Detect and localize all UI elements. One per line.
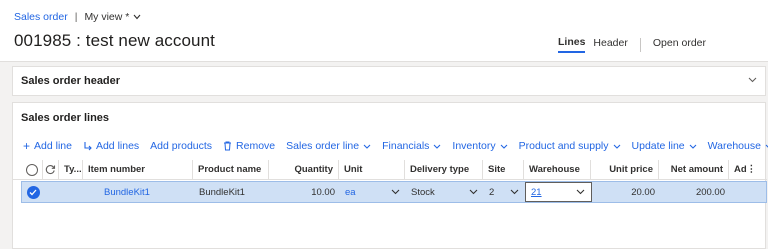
view-switch: Lines Header Open order	[550, 36, 706, 53]
update-line-menu[interactable]: Update line	[632, 140, 697, 152]
product-and-supply-label: Product and supply	[518, 140, 609, 152]
inventory-menu[interactable]: Inventory	[452, 140, 507, 152]
sales-order-line-menu[interactable]: Sales order line	[286, 140, 371, 152]
checkmark-icon	[26, 185, 40, 199]
financials-label: Financials	[382, 140, 430, 152]
warehouse-value: 21	[531, 186, 542, 198]
sales-order-line-label: Sales order line	[286, 140, 360, 152]
ad-cell	[730, 182, 754, 202]
page-header: Sales order | My view * 001985 : test ne…	[0, 0, 768, 62]
row-select-checkbox[interactable]	[22, 182, 44, 202]
column-header-ad-label: Ad	[734, 164, 747, 175]
column-header-ad[interactable]: Ad ⋮	[729, 160, 753, 179]
column-header-quantity[interactable]: Quantity	[269, 160, 339, 179]
unit-price-cell[interactable]: 20.00	[592, 182, 660, 202]
column-header-unit-price[interactable]: Unit price	[591, 160, 659, 179]
financials-menu[interactable]: Financials	[382, 140, 441, 152]
table-row[interactable]: BundleKit1 BundleKit1 10.00 ea Stock 2 2…	[21, 181, 767, 203]
warehouse-menu[interactable]: Warehouse	[708, 140, 768, 152]
net-amount-cell[interactable]: 200.00	[660, 182, 730, 202]
chevron-down-icon[interactable]	[576, 187, 585, 197]
delivery-type-value: Stock	[411, 186, 435, 198]
product-and-supply-menu[interactable]: Product and supply	[519, 140, 621, 152]
fasttab-title: Sales order header	[21, 75, 121, 87]
view-selector[interactable]: My view *	[84, 11, 141, 23]
column-options-icon[interactable]: ⋮	[747, 164, 753, 175]
add-line-label: Add line	[34, 140, 72, 152]
column-header-item-number[interactable]: Item number	[83, 160, 193, 179]
open-order-button[interactable]: Open order	[653, 37, 706, 52]
chevron-down-icon[interactable]	[510, 187, 519, 197]
chevron-down-icon[interactable]	[391, 187, 400, 197]
chevron-down-icon	[689, 142, 697, 151]
fasttab-title: Sales order lines	[21, 112, 110, 124]
trash-icon	[223, 141, 232, 152]
chevron-down-icon	[133, 11, 141, 23]
column-header-product-name[interactable]: Product name	[193, 160, 269, 179]
quantity-cell[interactable]: 10.00	[270, 182, 340, 202]
breadcrumb-separator: |	[74, 11, 78, 23]
unit-value: ea	[345, 186, 356, 198]
chevron-down-icon[interactable]	[748, 75, 757, 86]
unit-select[interactable]: ea	[340, 182, 406, 202]
column-header-net-amount[interactable]: Net amount	[659, 160, 729, 179]
lines-action-bar: + Add line Add lines Add products Remove…	[23, 140, 768, 152]
page-title: 001985 : test new account	[14, 31, 215, 50]
site-select[interactable]: 2	[484, 182, 525, 202]
circle-icon	[25, 163, 38, 176]
remove-label: Remove	[236, 140, 276, 152]
update-line-label: Update line	[631, 140, 685, 152]
add-products-label: Add products	[150, 140, 213, 152]
sales-order-header-fasttab[interactable]: Sales order header	[12, 66, 766, 96]
remove-button[interactable]: Remove	[223, 140, 275, 152]
chevron-down-icon[interactable]	[469, 187, 478, 197]
breadcrumb: Sales order | My view *	[14, 11, 141, 23]
plus-icon: +	[23, 139, 31, 153]
view-selector-label: My view *	[84, 11, 130, 23]
sales-order-lines-fasttab: Sales order lines + Add line Add lines A…	[12, 102, 768, 249]
column-header-warehouse[interactable]: Warehouse	[524, 160, 591, 179]
chevron-down-icon	[500, 142, 508, 151]
tab-header[interactable]: Header	[593, 37, 627, 52]
select-all-checkbox[interactable]	[21, 160, 43, 179]
chevron-down-icon	[613, 142, 621, 151]
product-name-cell[interactable]: BundleKit1	[194, 182, 270, 202]
delivery-type-select[interactable]: Stock	[406, 182, 484, 202]
view-divider	[639, 37, 641, 52]
row-type-cell	[60, 182, 84, 202]
item-number-link[interactable]: BundleKit1	[89, 187, 150, 198]
item-number-cell[interactable]: BundleKit1	[84, 182, 194, 202]
site-value: 2	[489, 186, 495, 198]
warehouse-select[interactable]: 21	[525, 182, 592, 202]
add-line-button[interactable]: + Add line	[23, 140, 72, 152]
inventory-label: Inventory	[452, 140, 496, 152]
chevron-down-icon	[363, 142, 371, 151]
add-lines-icon	[83, 141, 92, 152]
column-header-type[interactable]: Ty...	[59, 160, 83, 179]
column-header-unit[interactable]: Unit	[339, 160, 405, 179]
column-header-delivery-type[interactable]: Delivery type	[405, 160, 483, 179]
row-spacer	[44, 182, 60, 202]
add-lines-button[interactable]: Add lines	[83, 140, 139, 152]
tab-lines[interactable]: Lines	[557, 36, 586, 53]
warehouse-label: Warehouse	[707, 140, 761, 152]
column-header-site[interactable]: Site	[483, 160, 524, 179]
breadcrumb-sales-order-link[interactable]: Sales order	[14, 11, 68, 23]
refresh-icon[interactable]	[43, 160, 59, 179]
grid-header: Ty... Item number Product name Quantity …	[13, 160, 767, 180]
chevron-down-icon	[433, 142, 441, 151]
add-products-button[interactable]: Add products	[150, 140, 212, 152]
add-lines-label: Add lines	[95, 140, 140, 152]
